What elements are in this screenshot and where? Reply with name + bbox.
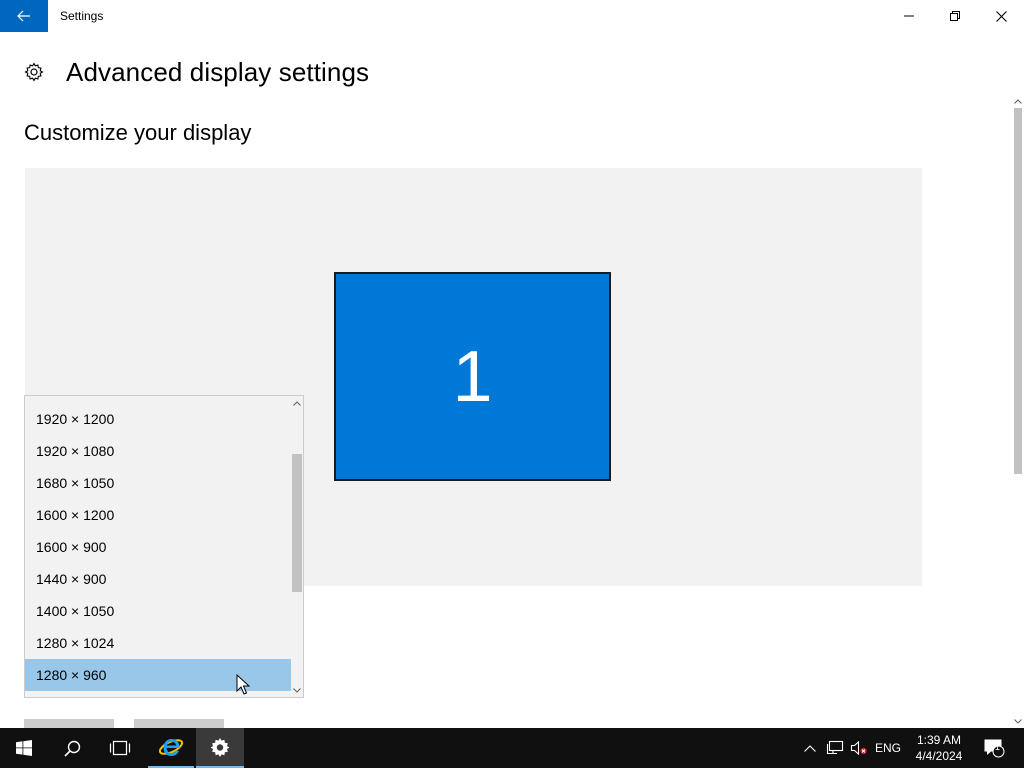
task-view-button[interactable]	[96, 728, 144, 768]
resolution-option[interactable]: 1280 × 1024	[25, 627, 291, 659]
minimize-icon	[904, 15, 914, 17]
cancel-button[interactable]	[134, 719, 224, 728]
page-scroll-thumb[interactable]	[1014, 108, 1022, 474]
resolution-option[interactable]: 1400 × 1050	[25, 595, 291, 627]
close-icon	[995, 10, 1007, 22]
gear-icon	[24, 62, 44, 82]
network-tray-button[interactable]	[824, 728, 846, 768]
notification-icon	[984, 739, 1005, 758]
restore-button[interactable]	[932, 0, 978, 32]
show-hidden-icons-button[interactable]	[800, 728, 820, 768]
back-button[interactable]	[0, 0, 48, 32]
resolution-option-highlighted[interactable]: 1280 × 960	[25, 659, 291, 691]
taskbar: ENG 1:39 AM 4/4/2024 1	[0, 728, 1024, 768]
monitor-1[interactable]: 1	[334, 272, 611, 481]
window-title: Settings	[60, 9, 104, 23]
monitor-number: 1	[452, 336, 493, 417]
resolution-option[interactable]: 1680 × 1050	[25, 467, 291, 499]
apply-button[interactable]	[24, 719, 114, 728]
settings-taskbar-button[interactable]	[196, 728, 244, 768]
clock-time: 1:39 AM	[916, 733, 962, 747]
resolution-option[interactable]: 1600 × 900	[25, 531, 291, 563]
search-icon	[63, 740, 80, 757]
settings-gear-icon	[210, 738, 230, 757]
resolution-option[interactable]: 1440 × 900	[25, 563, 291, 595]
search-button[interactable]	[48, 728, 96, 768]
network-icon	[826, 740, 844, 755]
windows-start-icon	[16, 740, 32, 756]
task-view-icon	[109, 740, 131, 756]
scroll-up-icon[interactable]	[291, 398, 303, 408]
volume-tray-button[interactable]	[848, 728, 870, 768]
resolution-dropdown-list[interactable]: 1920 × 1200 1920 × 1080 1680 × 1050 1600…	[24, 395, 304, 698]
arrow-left-icon	[17, 10, 30, 22]
mouse-cursor-icon	[236, 674, 250, 695]
close-button[interactable]	[978, 0, 1024, 32]
dropdown-scroll-thumb[interactable]	[292, 454, 302, 592]
scroll-up-icon[interactable]	[1012, 96, 1024, 106]
page-header: Advanced display settings	[24, 56, 369, 88]
section-title: Customize your display	[24, 120, 252, 145]
volume-muted-icon	[850, 740, 867, 756]
start-button[interactable]	[0, 728, 48, 768]
dropdown-scrollbar[interactable]	[291, 396, 303, 697]
resolution-option[interactable]: 1600 × 1200	[25, 499, 291, 531]
input-language-button[interactable]: ENG	[872, 728, 904, 768]
resolution-option[interactable]: 1920 × 1080	[25, 435, 291, 467]
page-title: Advanced display settings	[66, 56, 370, 87]
clock-date: 4/4/2024	[915, 749, 963, 763]
settings-window: Settings Advanced display settings Custo…	[0, 0, 1024, 728]
notification-count: 1	[995, 742, 1001, 752]
title-bar: Settings	[0, 0, 1024, 32]
scroll-down-icon[interactable]	[291, 685, 303, 695]
internet-explorer-taskbar-button[interactable]	[148, 728, 194, 768]
page-scrollbar[interactable]	[1012, 96, 1024, 728]
internet-explorer-icon	[158, 739, 184, 756]
minimize-button[interactable]	[886, 0, 932, 32]
clock-button[interactable]: 1:39 AM 4/4/2024	[906, 728, 972, 768]
restore-icon	[950, 11, 960, 21]
scroll-down-icon[interactable]	[1012, 716, 1024, 726]
action-center-button[interactable]: 1	[978, 728, 1010, 768]
resolution-option[interactable]: 1920 × 1200	[25, 403, 291, 435]
chevron-up-icon	[804, 744, 816, 752]
